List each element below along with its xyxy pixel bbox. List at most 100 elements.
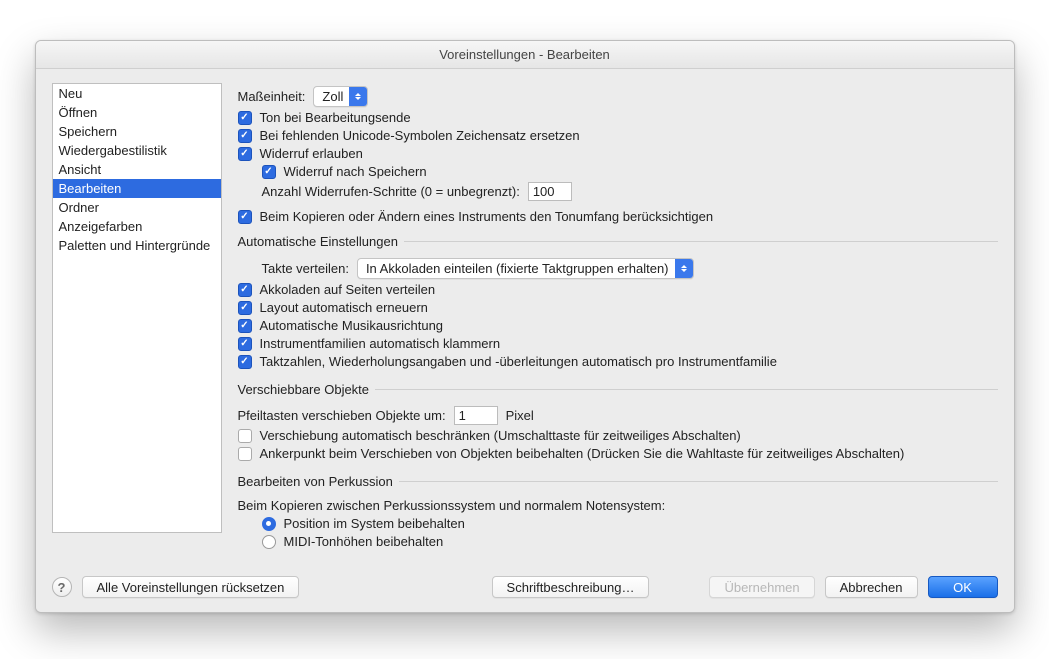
unicode-fallback-label: Bei fehlenden Unicode-Symbolen Zeichensa… bbox=[260, 128, 580, 143]
music-align-label: Automatische Musikausrichtung bbox=[260, 318, 444, 333]
perc-group: Bearbeiten von Perkussion Beim Kopieren … bbox=[238, 474, 998, 552]
sidebar-item-label: Neu bbox=[59, 86, 83, 101]
sidebar-item-label: Ansicht bbox=[59, 162, 102, 177]
perc-intro: Beim Kopieren zwischen Perkussionssystem… bbox=[238, 498, 666, 513]
arrow-value-field[interactable]: 1 bbox=[454, 406, 498, 425]
undo-allow-row: Widerruf erlauben bbox=[238, 146, 998, 161]
apply-button: Übernehmen bbox=[709, 576, 814, 598]
unit-value: Zoll bbox=[322, 89, 343, 104]
window-titlebar: Voreinstellungen - Bearbeiten bbox=[36, 41, 1014, 69]
restrict-label: Verschiebung automatisch beschränken (Um… bbox=[260, 428, 741, 443]
sidebar-item-paletten[interactable]: Paletten und Hintergründe bbox=[53, 236, 221, 255]
instrument-brackets-row: Instrumentfamilien automatisch klammern bbox=[238, 336, 998, 351]
music-align-row: Automatische Musikausrichtung bbox=[238, 318, 998, 333]
auto-legend: Automatische Einstellungen bbox=[238, 234, 404, 249]
undo-after-save-row: Widerruf nach Speichern bbox=[262, 164, 998, 179]
layout-checkbox[interactable] bbox=[238, 301, 252, 315]
copy-instrument-checkbox[interactable] bbox=[238, 210, 252, 224]
bar-numbers-row: Taktzahlen, Wiederholungsangaben und -üb… bbox=[238, 354, 998, 369]
perc-intro-row: Beim Kopieren zwischen Perkussionssystem… bbox=[238, 498, 998, 513]
perc-opt1-label: Position im System beibehalten bbox=[284, 516, 465, 531]
perc-opt1-radio[interactable] bbox=[262, 517, 276, 531]
restrict-checkbox[interactable] bbox=[238, 429, 252, 443]
anchor-label: Ankerpunkt beim Verschieben von Objekten… bbox=[260, 446, 905, 461]
restrict-row: Verschiebung automatisch beschränken (Um… bbox=[238, 428, 998, 443]
perc-legend: Bearbeiten von Perkussion bbox=[238, 474, 399, 489]
takte-label: Takte verteilen: bbox=[262, 261, 349, 276]
instrument-brackets-checkbox[interactable] bbox=[238, 337, 252, 351]
cancel-button[interactable]: Abbrechen bbox=[825, 576, 918, 598]
sidebar-item-wiedergabestilistik[interactable]: Wiedergabestilistik bbox=[53, 141, 221, 160]
select-caret-icon bbox=[349, 87, 367, 106]
sidebar-item-label: Bearbeiten bbox=[59, 181, 122, 196]
takte-row: Takte verteilen: In Akkoladen einteilen … bbox=[262, 258, 998, 279]
akkoladen-checkbox[interactable] bbox=[238, 283, 252, 297]
sidebar-item-bearbeiten[interactable]: Bearbeiten bbox=[53, 179, 221, 198]
sidebar-item-label: Speichern bbox=[59, 124, 118, 139]
bar-numbers-checkbox[interactable] bbox=[238, 355, 252, 369]
font-desc-label: Schriftbeschreibung… bbox=[507, 580, 635, 595]
ok-button[interactable]: OK bbox=[928, 576, 998, 598]
undo-allow-checkbox[interactable] bbox=[238, 147, 252, 161]
sound-end-row: Ton bei Bearbeitungsende bbox=[238, 110, 998, 125]
unit-label: Maßeinheit: bbox=[238, 89, 306, 104]
sidebar-item-label: Ordner bbox=[59, 200, 99, 215]
sidebar-item-label: Wiedergabestilistik bbox=[59, 143, 167, 158]
reset-all-button[interactable]: Alle Voreinstellungen rücksetzen bbox=[82, 576, 300, 598]
undo-after-save-checkbox[interactable] bbox=[262, 165, 276, 179]
takte-value: In Akkoladen einteilen (fixierte Taktgru… bbox=[366, 261, 669, 276]
help-button[interactable]: ? bbox=[52, 577, 72, 597]
unit-row: Maßeinheit: Zoll bbox=[238, 86, 998, 107]
undo-steps-label: Anzahl Widerrufen-Schritte (0 = unbegren… bbox=[262, 184, 520, 199]
sound-end-label: Ton bei Bearbeitungsende bbox=[260, 110, 411, 125]
anchor-row: Ankerpunkt beim Verschieben von Objekten… bbox=[238, 446, 998, 461]
move-group: Verschiebbare Objekte Pfeiltasten versch… bbox=[238, 382, 998, 464]
undo-steps-field[interactable]: 100 bbox=[528, 182, 572, 201]
main-panel: Maßeinheit: Zoll Ton bei Bearbeitungsend… bbox=[238, 83, 998, 556]
sidebar-item-speichern[interactable]: Speichern bbox=[53, 122, 221, 141]
content-area: Neu Öffnen Speichern Wiedergabestilistik… bbox=[36, 69, 1014, 568]
layout-label: Layout automatisch erneuern bbox=[260, 300, 428, 315]
unicode-fallback-row: Bei fehlenden Unicode-Symbolen Zeichensa… bbox=[238, 128, 998, 143]
auto-group: Automatische Einstellungen Takte verteil… bbox=[238, 234, 998, 372]
perc-opt2-radio[interactable] bbox=[262, 535, 276, 549]
preferences-window: Voreinstellungen - Bearbeiten Neu Öffnen… bbox=[35, 40, 1015, 613]
sidebar-item-ansicht[interactable]: Ansicht bbox=[53, 160, 221, 179]
anchor-checkbox[interactable] bbox=[238, 447, 252, 461]
instrument-brackets-label: Instrumentfamilien automatisch klammern bbox=[260, 336, 501, 351]
sidebar-item-ordner[interactable]: Ordner bbox=[53, 198, 221, 217]
perc-opt2-label: MIDI-Tonhöhen beibehalten bbox=[284, 534, 444, 549]
undo-steps-row: Anzahl Widerrufen-Schritte (0 = unbegren… bbox=[262, 182, 998, 201]
takte-select[interactable]: In Akkoladen einteilen (fixierte Taktgru… bbox=[357, 258, 694, 279]
reset-all-label: Alle Voreinstellungen rücksetzen bbox=[97, 580, 285, 595]
sidebar-item-anzeigefarben[interactable]: Anzeigefarben bbox=[53, 217, 221, 236]
arrow-row: Pfeiltasten verschieben Objekte um: 1 Pi… bbox=[238, 406, 998, 425]
cancel-label: Abbrechen bbox=[840, 580, 903, 595]
sidebar-item-neu[interactable]: Neu bbox=[53, 84, 221, 103]
layout-row: Layout automatisch erneuern bbox=[238, 300, 998, 315]
sidebar-item-label: Öffnen bbox=[59, 105, 98, 120]
copy-instrument-row: Beim Kopieren oder Ändern eines Instrume… bbox=[238, 209, 998, 224]
sound-end-checkbox[interactable] bbox=[238, 111, 252, 125]
category-sidebar: Neu Öffnen Speichern Wiedergabestilistik… bbox=[52, 83, 222, 533]
copy-instrument-label: Beim Kopieren oder Ändern eines Instrume… bbox=[260, 209, 714, 224]
select-caret-icon bbox=[675, 259, 693, 278]
unicode-fallback-checkbox[interactable] bbox=[238, 129, 252, 143]
arrow-value: 1 bbox=[459, 408, 466, 423]
arrow-label: Pfeiltasten verschieben Objekte um: bbox=[238, 408, 446, 423]
perc-opt2-row: MIDI-Tonhöhen beibehalten bbox=[262, 534, 998, 549]
move-legend: Verschiebbare Objekte bbox=[238, 382, 376, 397]
akkoladen-row: Akkoladen auf Seiten verteilen bbox=[238, 282, 998, 297]
undo-after-save-label: Widerruf nach Speichern bbox=[284, 164, 427, 179]
sidebar-item-label: Paletten und Hintergründe bbox=[59, 238, 211, 253]
unit-select[interactable]: Zoll bbox=[313, 86, 368, 107]
sidebar-item-oeffnen[interactable]: Öffnen bbox=[53, 103, 221, 122]
sidebar-item-label: Anzeigefarben bbox=[59, 219, 143, 234]
akkoladen-label: Akkoladen auf Seiten verteilen bbox=[260, 282, 436, 297]
bar-numbers-label: Taktzahlen, Wiederholungsangaben und -üb… bbox=[260, 354, 777, 369]
perc-opt1-row: Position im System beibehalten bbox=[262, 516, 998, 531]
font-description-button[interactable]: Schriftbeschreibung… bbox=[492, 576, 650, 598]
music-align-checkbox[interactable] bbox=[238, 319, 252, 333]
undo-steps-value: 100 bbox=[533, 184, 555, 199]
apply-label: Übernehmen bbox=[724, 580, 799, 595]
